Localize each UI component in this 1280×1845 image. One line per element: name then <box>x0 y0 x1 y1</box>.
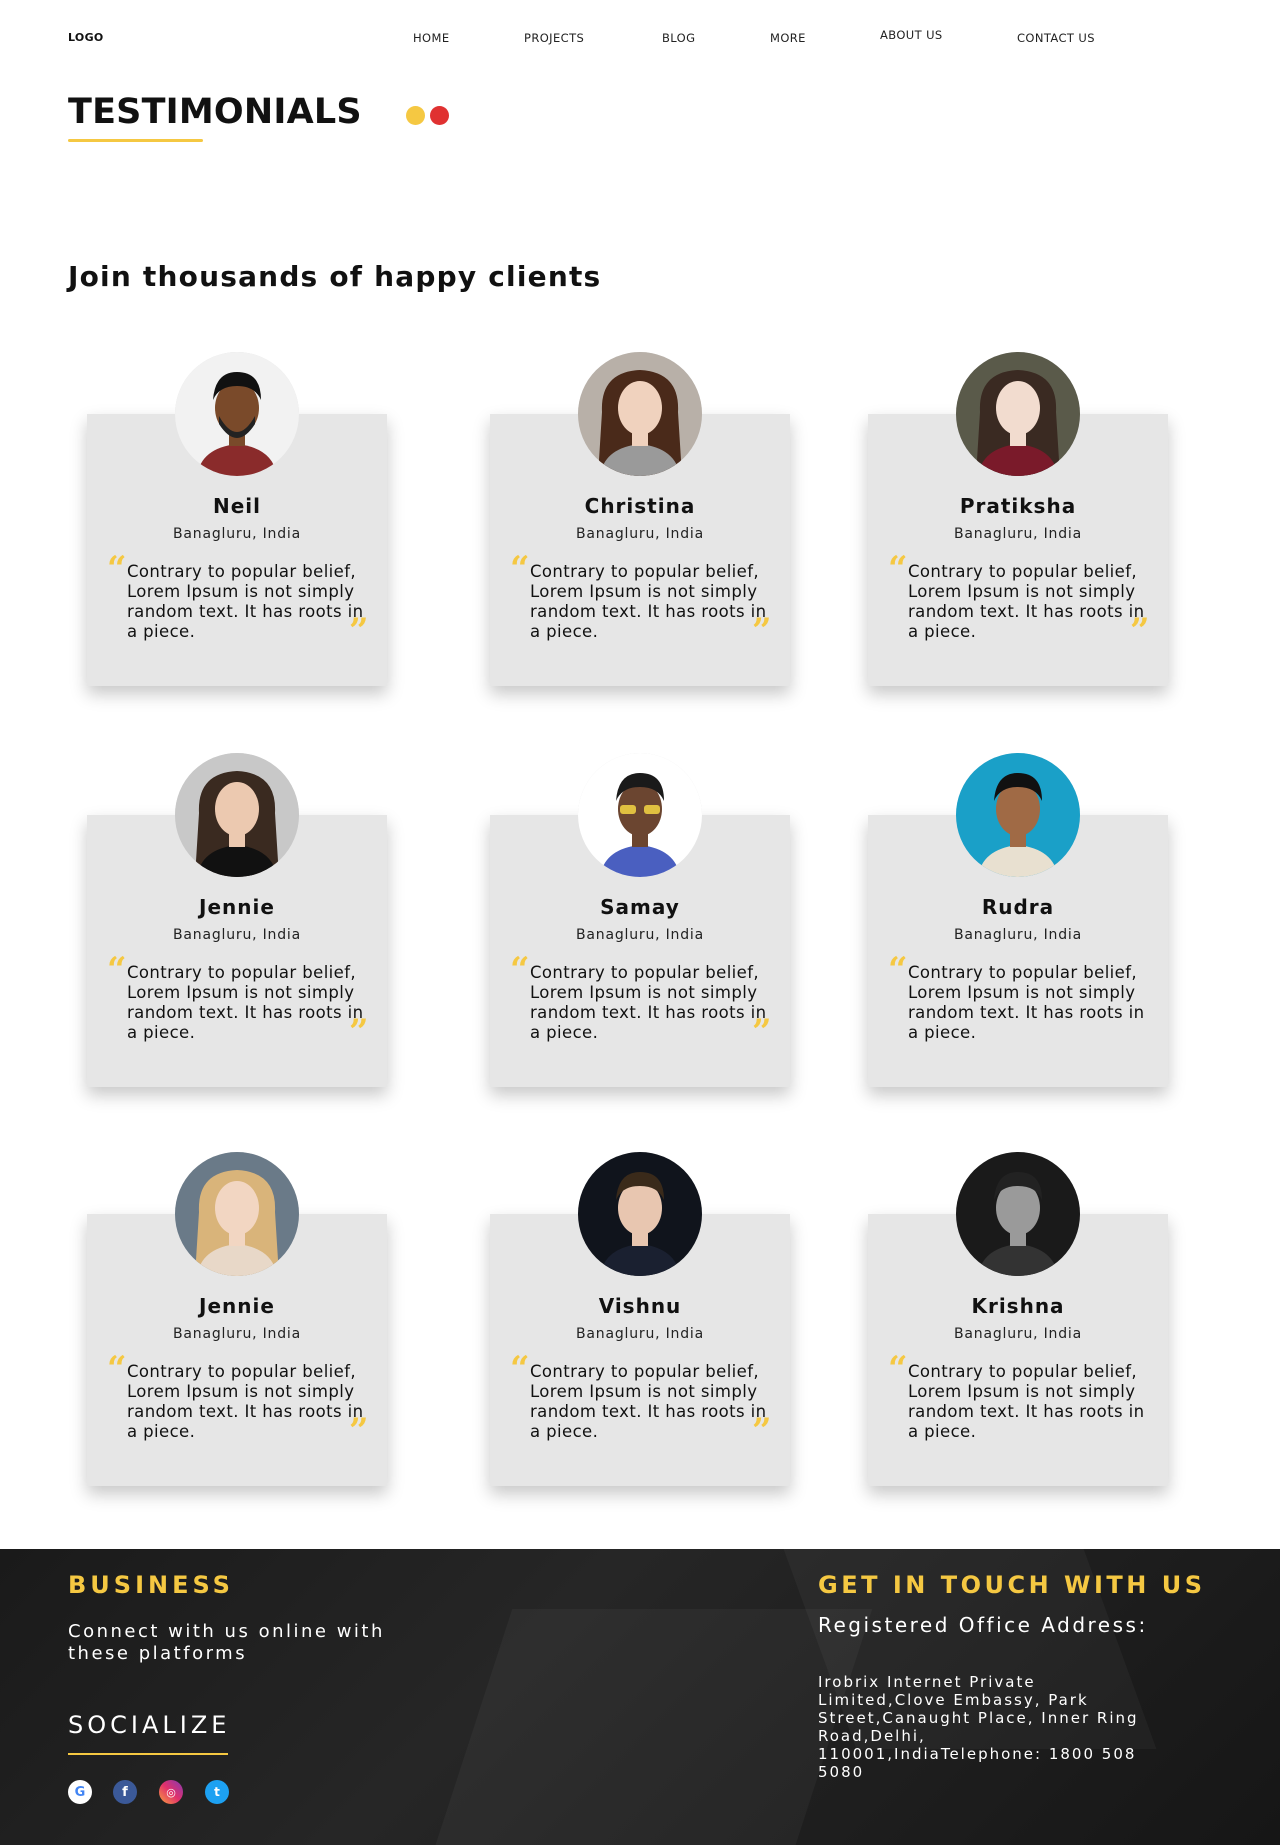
testimonial-card: Pratiksha Banagluru, India “ Contrary to… <box>868 352 1168 686</box>
testimonial-card: Christina Banagluru, India “ Contrary to… <box>490 352 790 686</box>
avatar <box>578 753 702 877</box>
testimonial-name: Vishnu <box>598 1294 682 1318</box>
testimonial-card: Rudra Banagluru, India “ Contrary to pop… <box>868 753 1168 1087</box>
testimonial-card: Krishna Banagluru, India “ Contrary to p… <box>868 1152 1168 1486</box>
testimonial-location: Banagluru, India <box>576 1326 704 1342</box>
close-quote-icon: ” <box>1130 611 1150 651</box>
nav-projects[interactable]: PROJECTS <box>524 31 584 45</box>
avatar <box>578 1152 702 1276</box>
nav-more[interactable]: MORE <box>770 31 806 45</box>
footer: BUSINESS Connect with us online with the… <box>0 1549 1280 1845</box>
testimonial-location: Banagluru, India <box>173 1326 301 1342</box>
testimonial-name: Pratiksha <box>959 494 1077 518</box>
avatar <box>956 352 1080 476</box>
close-quote-icon: ” <box>349 1012 369 1052</box>
testimonial-location: Banagluru, India <box>576 927 704 943</box>
footer-registered-label: Registered Office Address: <box>818 1613 1148 1637</box>
testimonial-location: Banagluru, India <box>173 927 301 943</box>
testimonial-quote: Contrary to popular belief, Lorem Ipsum … <box>530 1362 767 1441</box>
open-quote-icon: “ <box>510 549 530 589</box>
testimonial-quote: Contrary to popular belief, Lorem Ipsum … <box>530 963 767 1042</box>
footer-socialize-title: SOCIALIZE <box>68 1711 231 1739</box>
testimonial-card: Jennie Banagluru, India “ Contrary to po… <box>87 1152 387 1486</box>
footer-business-title: BUSINESS <box>68 1571 234 1599</box>
main-nav: HOME PROJECTS BLOG MORE ABOUT US CONTACT… <box>0 28 1280 47</box>
testimonial-name: Samay <box>600 895 680 919</box>
testimonial-name: Jennie <box>199 895 275 919</box>
instagram-icon[interactable]: ◎ <box>159 1780 183 1804</box>
open-quote-icon: “ <box>107 1349 127 1389</box>
testimonial-quote: Contrary to popular belief, Lorem Ipsum … <box>908 963 1145 1042</box>
testimonial-location: Banagluru, India <box>173 526 301 542</box>
testimonial-card: Samay Banagluru, India “ Contrary to pop… <box>490 753 790 1087</box>
avatar <box>175 352 299 476</box>
testimonial-location: Banagluru, India <box>954 1326 1082 1342</box>
testimonial-quote: Contrary to popular belief, Lorem Ipsum … <box>908 562 1145 641</box>
testimonial-location: Banagluru, India <box>576 526 704 542</box>
testimonial-quote: Contrary to popular belief, Lorem Ipsum … <box>530 562 767 641</box>
close-quote-icon: ” <box>349 1411 369 1451</box>
testimonial-location: Banagluru, India <box>954 526 1082 542</box>
avatar <box>175 753 299 877</box>
close-quote-icon: ” <box>349 611 369 651</box>
twitter-icon[interactable]: t <box>205 1780 229 1804</box>
footer-socialize-underline <box>68 1753 228 1755</box>
testimonial-quote: Contrary to popular belief, Lorem Ipsum … <box>127 963 364 1042</box>
testimonial-name: Christina <box>584 494 696 518</box>
close-quote-icon: ” <box>752 611 772 651</box>
decor-dot-red <box>430 106 449 125</box>
footer-bg-building <box>427 1609 873 1845</box>
section-subtitle: Join thousands of happy clients <box>68 260 602 293</box>
testimonial-quote: Contrary to popular belief, Lorem Ipsum … <box>908 1362 1145 1441</box>
open-quote-icon: “ <box>888 1349 908 1389</box>
testimonial-quote: Contrary to popular belief, Lorem Ipsum … <box>127 1362 364 1441</box>
open-quote-icon: “ <box>510 950 530 990</box>
open-quote-icon: “ <box>888 549 908 589</box>
avatar <box>956 753 1080 877</box>
testimonial-name: Neil <box>212 494 261 518</box>
nav-contact-us[interactable]: CONTACT US <box>1017 31 1095 45</box>
testimonial-name: Jennie <box>199 1294 275 1318</box>
avatar <box>578 352 702 476</box>
nav-home[interactable]: HOME <box>413 31 450 45</box>
open-quote-icon: “ <box>888 950 908 990</box>
facebook-icon[interactable]: f <box>113 1780 137 1804</box>
testimonial-card: Vishnu Banagluru, India “ Contrary to po… <box>490 1152 790 1486</box>
footer-address: Irobrix Internet Private Limited,Clove E… <box>818 1673 1139 1781</box>
footer-connect-text: Connect with us online with these platfo… <box>68 1621 385 1664</box>
decor-dot-yellow <box>406 106 425 125</box>
open-quote-icon: “ <box>107 950 127 990</box>
testimonial-name: Krishna <box>971 1294 1065 1318</box>
avatar <box>956 1152 1080 1276</box>
testimonial-card: Jennie Banagluru, India “ Contrary to po… <box>87 753 387 1087</box>
testimonial-card: Neil Banagluru, India “ Contrary to popu… <box>87 352 387 686</box>
open-quote-icon: “ <box>510 1349 530 1389</box>
page-title: TESTIMONIALS <box>68 92 362 132</box>
footer-touch-title: GET IN TOUCH WITH US <box>818 1571 1206 1599</box>
nav-blog[interactable]: BLOG <box>662 31 695 45</box>
avatar <box>175 1152 299 1276</box>
close-quote-icon: ” <box>752 1411 772 1451</box>
google-icon[interactable]: G <box>68 1780 92 1804</box>
title-underline <box>68 139 203 142</box>
testimonial-location: Banagluru, India <box>954 927 1082 943</box>
close-quote-icon: ” <box>752 1012 772 1052</box>
open-quote-icon: “ <box>107 549 127 589</box>
nav-about-us[interactable]: ABOUT US <box>880 28 943 42</box>
testimonial-quote: Contrary to popular belief, Lorem Ipsum … <box>127 562 364 641</box>
testimonial-name: Rudra <box>981 895 1055 919</box>
